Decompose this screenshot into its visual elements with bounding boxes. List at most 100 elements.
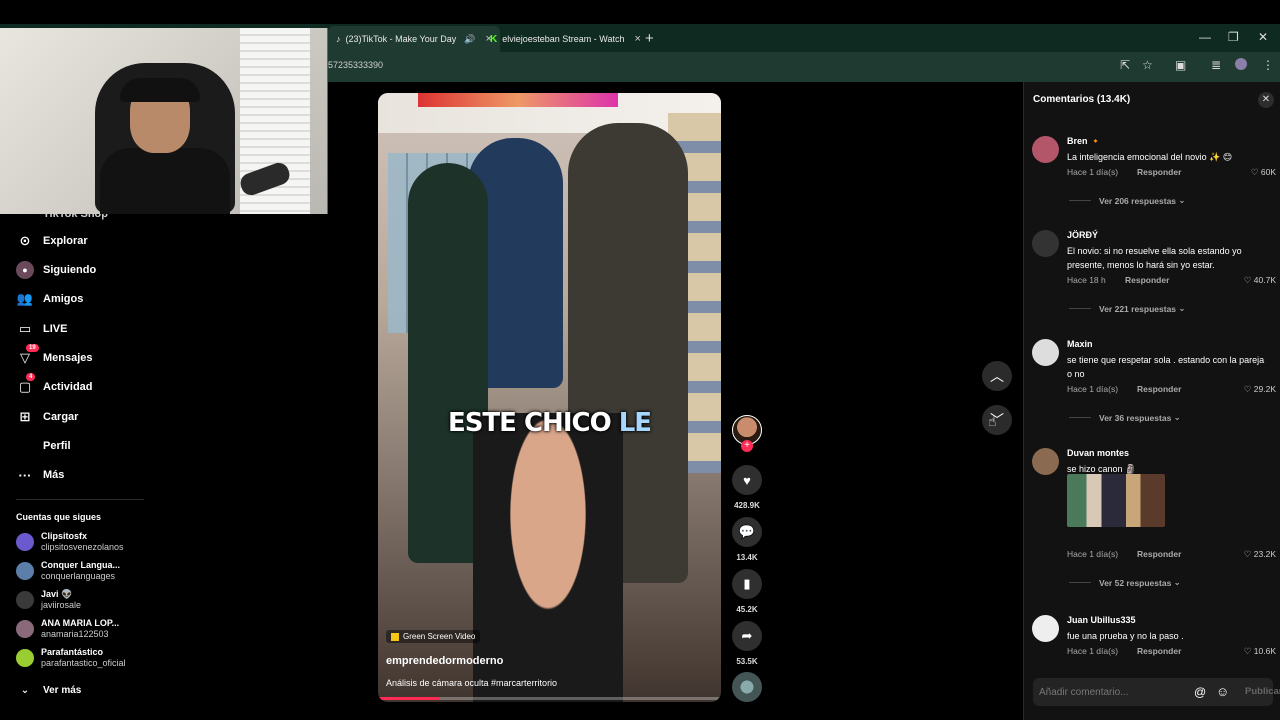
- menu-dots-icon[interactable]: ⋮: [1262, 58, 1274, 72]
- like-count: 23.2K: [1253, 549, 1276, 559]
- following-account[interactable]: Clipsitosfx clipsitosvenezolanos: [16, 531, 124, 553]
- following-account[interactable]: ANA MARIA LOP... anamaria122503: [16, 618, 119, 640]
- avatar[interactable]: [1032, 615, 1059, 642]
- avatar[interactable]: [1032, 339, 1059, 366]
- view-replies-button[interactable]: Ver 221 respuestas ⌄: [1069, 303, 1186, 314]
- like-count: 40.7K: [1253, 275, 1276, 285]
- comment-user[interactable]: Maxin: [1067, 339, 1093, 349]
- upload-icon: ⊞: [19, 409, 31, 424]
- comment-item: JÖRÐÝ El novio: si no resuelve ella sola…: [1032, 230, 1276, 316]
- video-author[interactable]: emprendedormoderno: [386, 655, 503, 667]
- view-replies-button[interactable]: Ver 206 respuestas ⌄: [1069, 195, 1186, 206]
- more-icon: ···: [18, 467, 32, 483]
- reply-button[interactable]: Responder: [1137, 549, 1181, 559]
- extension-icon[interactable]: ▣: [1175, 58, 1186, 72]
- comments-title: Comentarios (13.4K): [1033, 94, 1131, 105]
- activity-icon: ▢ 4: [16, 373, 36, 396]
- emoji-icon[interactable]: ☺: [1216, 684, 1229, 699]
- save-count: 45.2K: [736, 605, 758, 614]
- mouse-cursor-icon: ☝: [988, 413, 997, 429]
- comment-input[interactable]: [1039, 684, 1179, 700]
- friends-icon: 👥: [16, 291, 34, 306]
- following-account[interactable]: Conquer Langua... conquerlanguages: [16, 560, 120, 582]
- comment-likes[interactable]: ♡ 23.2K: [1244, 549, 1276, 560]
- following-account[interactable]: Javi 👽 javiirosale: [16, 589, 81, 611]
- comment-likes[interactable]: ♡ 60K: [1251, 167, 1276, 178]
- post-button[interactable]: Publicar: [1245, 686, 1280, 697]
- sidebar-item-label: Más: [43, 469, 65, 481]
- next-video-button[interactable]: ﹀: [982, 405, 1012, 435]
- minimize-button[interactable]: —: [1199, 30, 1211, 44]
- comment-user[interactable]: Bren 🔸: [1067, 136, 1101, 147]
- sidebar-item-amigos[interactable]: 👥 Amigos: [16, 290, 83, 308]
- sidebar-item-mensajes[interactable]: ▽ 19 Mensajes: [16, 344, 93, 367]
- comment-user[interactable]: JÖRÐÝ: [1067, 230, 1098, 240]
- live-icon: ▭: [18, 321, 32, 336]
- share-button[interactable]: ➦: [732, 621, 762, 651]
- view-replies-button[interactable]: Ver 52 respuestas ⌄: [1069, 577, 1181, 588]
- media-icon[interactable]: ≣: [1211, 58, 1221, 72]
- sidebar-item-label: Mensajes: [43, 352, 93, 364]
- save-button[interactable]: ▮: [732, 569, 762, 599]
- avatar[interactable]: [1032, 230, 1059, 257]
- comment-time: Hace 1 día(s): [1067, 167, 1119, 177]
- comment-button[interactable]: 💬: [732, 517, 762, 547]
- sidebar-item-actividad[interactable]: ▢ 4 Actividad: [16, 373, 93, 396]
- like-count: 10.6K: [1253, 646, 1276, 656]
- tab-kick[interactable]: K elviejoesteban Stream - Watch ×: [482, 26, 649, 52]
- mention-icon[interactable]: @: [1194, 685, 1206, 699]
- streamer-body: [100, 148, 230, 214]
- view-replies-label: Ver 206 respuestas: [1099, 195, 1177, 206]
- share-icon: ➦: [741, 628, 753, 643]
- reply-button[interactable]: Responder: [1137, 646, 1181, 656]
- comment-likes[interactable]: ♡ 10.6K: [1244, 646, 1276, 657]
- avatar[interactable]: [1032, 448, 1059, 475]
- comment-time: Hace 1 día(s): [1067, 384, 1119, 394]
- new-tab-button[interactable]: +: [645, 30, 654, 47]
- address-bar[interactable]: 57235333390: [328, 60, 383, 70]
- effect-icon: [391, 632, 399, 641]
- reply-button[interactable]: Responder: [1137, 384, 1181, 394]
- following-icon: ●: [16, 261, 34, 279]
- comment-text: La inteligencia emocional del novio ✨ 😊: [1067, 152, 1233, 162]
- tab-title: (23)TikTok - Make Your Day: [345, 34, 457, 44]
- restore-button[interactable]: ❐: [1228, 30, 1239, 44]
- video-progress-bar[interactable]: [378, 697, 721, 700]
- comment-likes[interactable]: ♡ 29.2K: [1244, 384, 1276, 395]
- sidebar-item-cargar[interactable]: ⊞ Cargar: [16, 408, 79, 426]
- tab-tiktok[interactable]: ♪ (23)TikTok - Make Your Day 🔊 ×: [328, 26, 500, 52]
- see-more-button[interactable]: ⌄ Ver más: [16, 681, 82, 699]
- sidebar-item-label: LIVE: [43, 323, 68, 335]
- previous-video-button[interactable]: ︿: [982, 361, 1012, 391]
- comment-user[interactable]: Duvan montes: [1067, 448, 1129, 458]
- comment-image[interactable]: [1067, 474, 1165, 527]
- reply-button[interactable]: Responder: [1137, 167, 1181, 177]
- comment-text: fue una prueba y no la paso .: [1067, 631, 1184, 641]
- effect-tag[interactable]: Green Screen Video: [386, 630, 481, 643]
- close-tab-icon[interactable]: ×: [634, 33, 640, 45]
- following-account[interactable]: Parafantástico parafantastico_oficial: [16, 647, 126, 669]
- sidebar-item-siguiendo[interactable]: ● Siguiendo: [16, 261, 96, 279]
- comment-user[interactable]: Juan Ubillus335: [1067, 615, 1136, 625]
- follow-plus-icon[interactable]: +: [741, 440, 753, 452]
- sidebar-item-perfil[interactable]: Perfil: [16, 437, 71, 455]
- view-replies-button[interactable]: Ver 36 respuestas ⌄: [1069, 412, 1181, 423]
- account-username: clipsitosvenezolanos: [41, 542, 124, 552]
- music-disc-icon[interactable]: [732, 672, 762, 702]
- like-button[interactable]: ♥: [732, 465, 762, 495]
- sidebar-item-explorar[interactable]: ⊙ Explorar: [16, 232, 88, 250]
- close-comments-button[interactable]: ✕: [1258, 92, 1274, 108]
- profile-icon: [16, 437, 34, 455]
- cast-icon[interactable]: ⇱: [1120, 58, 1130, 72]
- sidebar-item-mas[interactable]: ··· Más: [16, 466, 65, 484]
- profile-avatar-icon[interactable]: [1235, 58, 1247, 70]
- sidebar-item-live[interactable]: ▭ LIVE: [16, 320, 68, 338]
- reply-button[interactable]: Responder: [1125, 275, 1169, 285]
- sidebar-item-label: Siguiendo: [43, 264, 97, 276]
- comment-likes[interactable]: ♡ 40.7K: [1244, 275, 1276, 286]
- close-window-button[interactable]: ✕: [1258, 30, 1268, 44]
- view-replies-label: Ver 36 respuestas: [1099, 412, 1172, 423]
- avatar[interactable]: [1032, 136, 1059, 163]
- video-player[interactable]: ESTE CHICO LE Green Screen Video emprend…: [378, 93, 721, 702]
- star-icon[interactable]: ☆: [1142, 58, 1153, 72]
